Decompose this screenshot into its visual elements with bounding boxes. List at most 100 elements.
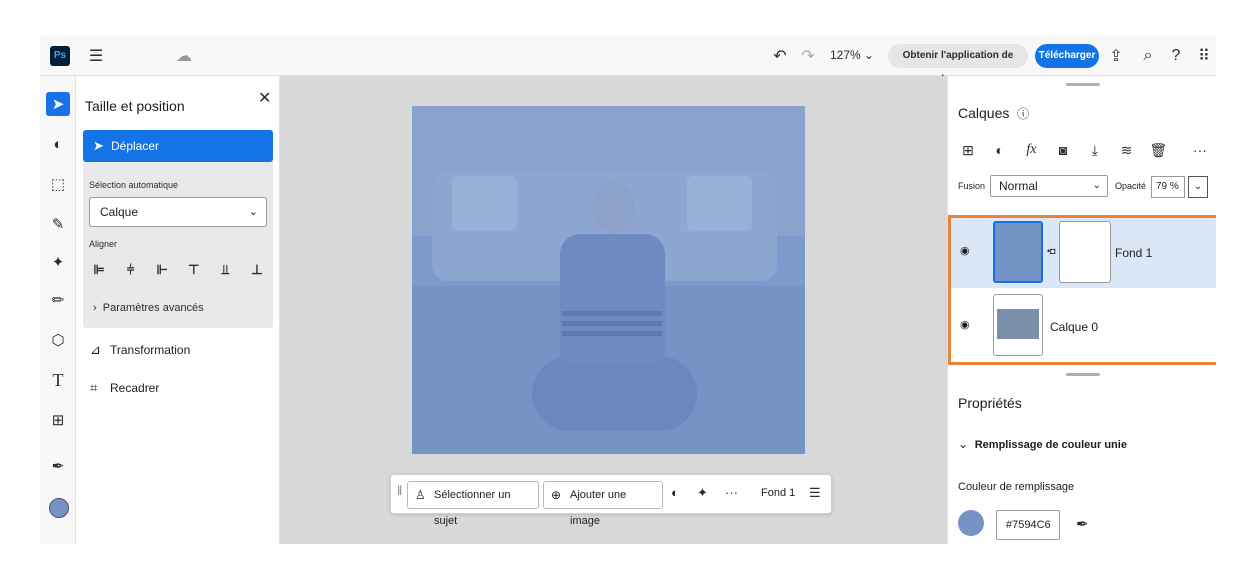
more-icon[interactable]: ···	[1190, 142, 1210, 162]
chevron-down-icon: ⌄	[1092, 180, 1101, 191]
selection-tool-icon[interactable]: ⬚	[46, 172, 70, 196]
top-bar: Ps ☰ ☁ ↶ ↷ 127% ⌄ Obtenir l'application …	[40, 36, 1216, 85]
align-right-icon[interactable]: ⊩	[152, 262, 172, 278]
search-icon[interactable]: ⌕	[1138, 46, 1158, 66]
fill-section-toggle[interactable]: ⌄ Remplissage de couleur unie	[958, 437, 1127, 451]
eyedropper-tool-icon[interactable]: ✒	[46, 454, 70, 478]
mask-icon[interactable]: ◙	[1053, 142, 1073, 162]
document-image[interactable]	[412, 106, 805, 454]
chevron-down-icon[interactable]: ⌄	[1188, 176, 1208, 198]
layers-title-text: Calques	[958, 105, 1010, 121]
panel-grip[interactable]	[1066, 373, 1100, 376]
brush-tool-icon[interactable]: ✏	[46, 288, 70, 312]
fill-color-swatch[interactable]	[958, 510, 984, 536]
select-subject-label: Sélectionner un sujet	[434, 489, 511, 527]
chevron-down-icon: ⌄	[864, 48, 875, 62]
close-icon[interactable]: ✕	[258, 88, 271, 108]
visibility-eye-icon[interactable]: ◉	[960, 244, 970, 257]
move-button[interactable]: ➤ Déplacer	[83, 130, 273, 162]
add-image-label: Ajouter une image	[570, 489, 627, 527]
auto-select-value: Calque	[100, 205, 139, 219]
healing-tool-icon[interactable]: ✎	[46, 212, 70, 236]
contextual-task-bar: ‖ ♙ Sélectionner un sujet ⊕ Ajouter une im…	[390, 474, 832, 527]
panel-title: Taille et position	[85, 98, 185, 114]
hex-color-input[interactable]: #7594C6	[996, 510, 1060, 540]
align-center-v-icon[interactable]: ⫫	[215, 262, 235, 278]
layer-name: Calque 0	[1050, 320, 1099, 334]
size-position-panel: Taille et position ✕ ➤ Déplacer Sélectio…	[76, 76, 280, 544]
cloud-icon: ☁	[176, 48, 192, 65]
ps-logo: Ps	[50, 46, 70, 66]
opacity-label: Opacité	[1115, 181, 1147, 191]
align-center-h-icon[interactable]: ⫩	[121, 262, 141, 278]
align-buttons: ⊫ ⫩ ⊩ ⊤ ⫫ ⊥	[89, 260, 267, 280]
move-tool-icon[interactable]: ➤	[46, 92, 70, 116]
eyedropper-icon[interactable]: ✒	[1076, 515, 1089, 533]
layer-row-fond-1[interactable]: ◉ •◘ Fond 1	[951, 218, 1216, 288]
help-icon[interactable]: ?	[1166, 46, 1186, 66]
zoom-level[interactable]: 127% ⌄	[830, 48, 874, 62]
layers-properties-panel: Calques ⓘ ⊞ ◐ fx ◙ ⤓ ≋ 🗑 ··· Fusion Norm…	[947, 76, 1216, 544]
thumbnail-picture	[997, 309, 1039, 339]
hamburger-icon[interactable]: ☰	[86, 46, 106, 66]
fusion-label: Fusion	[958, 181, 986, 191]
image-layer-thumbnail[interactable]	[993, 294, 1043, 356]
align-left-icon[interactable]: ⊫	[89, 262, 109, 278]
chevron-down-icon: ⌄	[958, 437, 969, 451]
redo-icon[interactable]: ↷	[798, 46, 818, 66]
link-icon[interactable]: •◘	[1047, 246, 1056, 256]
transform-item[interactable]: ⊿ Transformation	[90, 342, 190, 358]
chevron-right-icon: ›	[93, 302, 97, 314]
settings-sliders-icon[interactable]: ☰	[809, 485, 821, 501]
crop-icon: ⌗	[90, 380, 98, 395]
add-image-button[interactable]: ⊕ Ajouter une image	[543, 481, 663, 527]
crop-label: Recadrer	[110, 381, 160, 395]
advanced-settings[interactable]: › Paramètres avancés	[93, 302, 204, 314]
fx-icon[interactable]: fx	[1021, 142, 1041, 162]
image-shirt-stripe	[562, 311, 662, 316]
chevron-down-icon: ⌄	[248, 206, 258, 218]
panel-grip[interactable]	[1066, 83, 1100, 86]
text-tool-icon[interactable]: T	[46, 368, 70, 392]
apps-grid-icon[interactable]: ⠿	[1194, 46, 1214, 66]
download-button[interactable]: Télécharger	[1035, 44, 1099, 68]
crop-item[interactable]: ⌗ Recadrer	[90, 380, 159, 396]
visibility-eye-icon[interactable]: ◉	[960, 318, 970, 331]
image-shirt-stripe	[562, 331, 662, 336]
layers-list-highlight: ◉ •◘ Fond 1 ◉ Calque 0	[948, 215, 1216, 365]
foreground-color-swatch[interactable]	[49, 498, 69, 518]
add-image-tool-icon[interactable]: ⊞	[46, 408, 70, 432]
fill-color-label: Couleur de remplissage	[958, 481, 1075, 493]
layer-mask-thumbnail[interactable]	[1059, 221, 1111, 283]
share-icon[interactable]: ⇪	[1106, 46, 1126, 66]
more-icon[interactable]: ···	[725, 485, 738, 500]
get-desktop-app-button[interactable]: Obtenir l'application de bureau	[888, 44, 1028, 85]
opacity-input[interactable]: 79 %	[1151, 176, 1185, 198]
fill-section-label: Remplissage de couleur unie	[974, 439, 1127, 451]
adjustment-tool-icon[interactable]: ◐	[46, 132, 70, 156]
tools-toolbar: ➤ ◐ ⬚ ✎ ✦ ✏ ⬡ T ⊞ ✒	[40, 76, 76, 544]
add-layer-icon[interactable]: ⊞	[958, 142, 978, 162]
fill-layer-thumbnail[interactable]	[993, 221, 1043, 283]
adjustment-icon[interactable]: ◐	[671, 485, 679, 500]
canvas-area[interactable]: ‖ ♙ Sélectionner un sujet ⊕ Ajouter une im…	[280, 76, 947, 544]
select-subject-button[interactable]: ♙ Sélectionner un sujet	[407, 481, 539, 527]
stack-icon[interactable]: ≋	[1117, 142, 1137, 162]
quick-action-icon[interactable]: ✦	[697, 485, 708, 501]
transform-icon: ⊿	[90, 342, 101, 357]
layer-row-calque-0[interactable]: ◉ Calque 0	[951, 288, 1216, 362]
delete-icon[interactable]: 🗑	[1148, 142, 1168, 162]
blend-mode-dropdown[interactable]: Normal ⌄	[990, 175, 1108, 197]
layer-name: Fond 1	[1115, 246, 1153, 260]
info-icon[interactable]: ⓘ	[1017, 107, 1029, 121]
quick-action-tool-icon[interactable]: ✦	[46, 250, 70, 274]
align-bottom-icon[interactable]: ⊥	[247, 262, 267, 278]
move-label: Déplacer	[111, 139, 160, 153]
clip-icon[interactable]: ⤓	[1085, 142, 1105, 162]
shape-tool-icon[interactable]: ⬡	[46, 328, 70, 352]
align-top-icon[interactable]: ⊤	[184, 262, 204, 278]
adjustment-layer-icon[interactable]: ◐	[990, 142, 1010, 162]
auto-select-dropdown[interactable]: Calque ⌄	[89, 197, 267, 227]
undo-icon[interactable]: ↶	[770, 46, 790, 66]
drag-handle-icon[interactable]: ‖	[397, 483, 402, 498]
